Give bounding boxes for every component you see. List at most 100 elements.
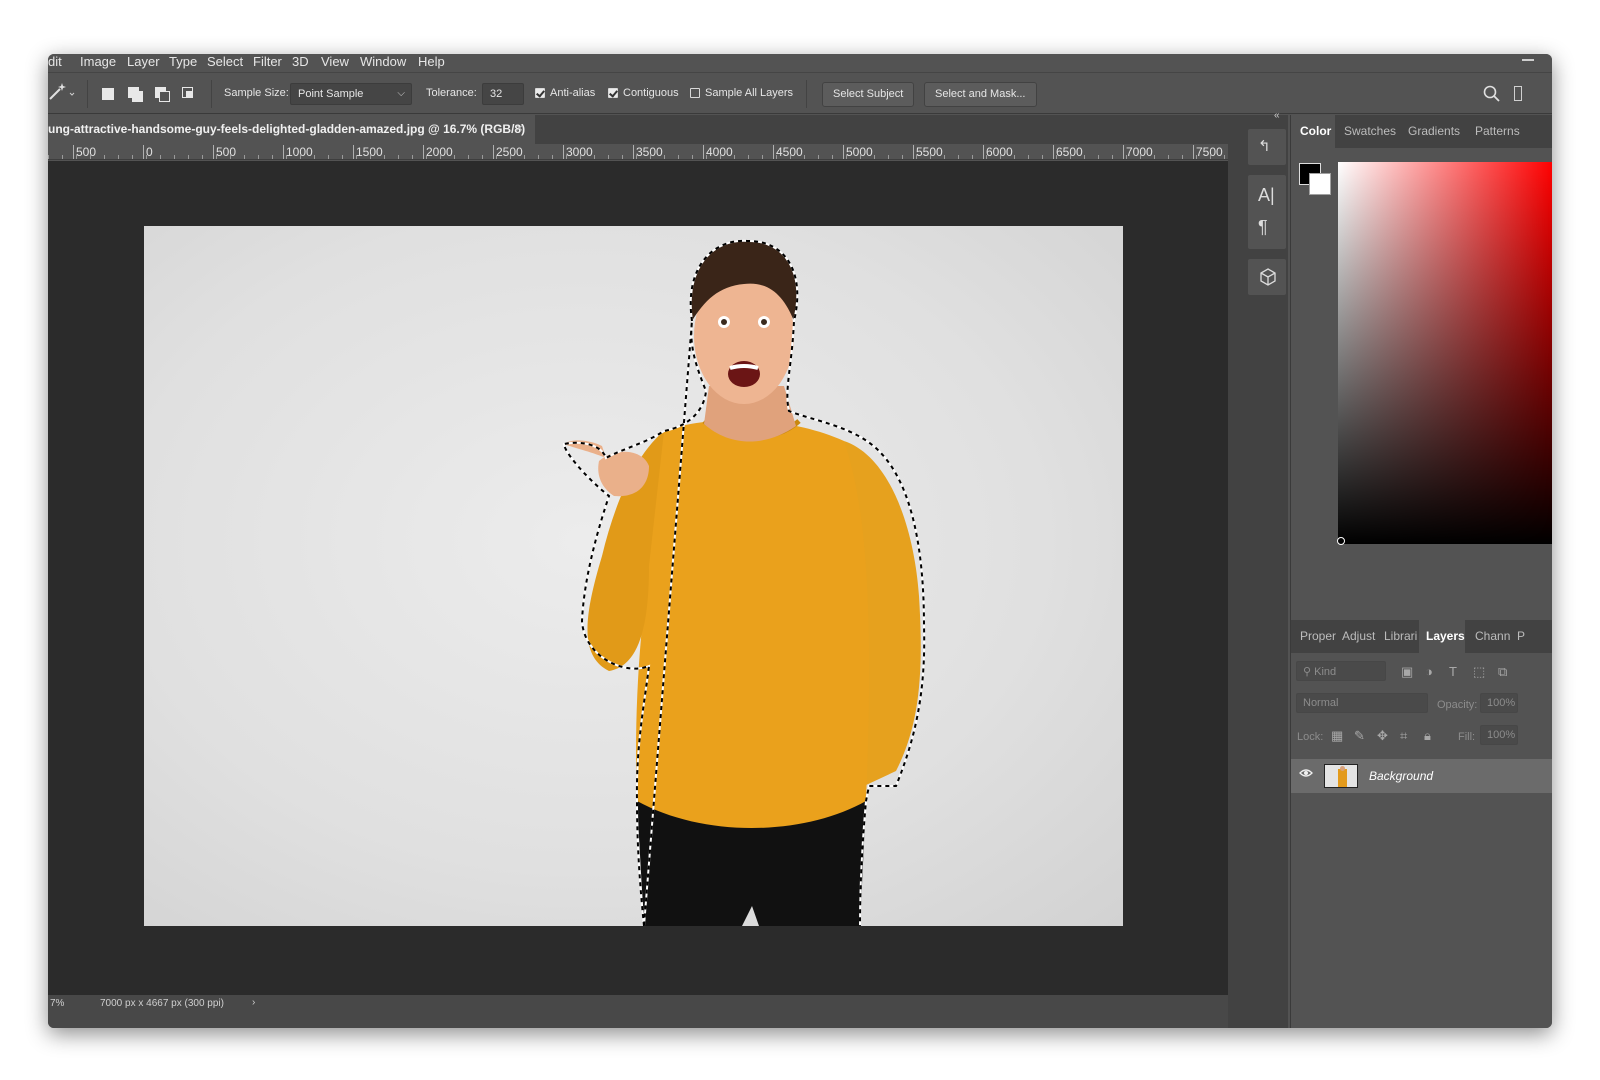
layer-name[interactable]: Background: [1369, 769, 1433, 783]
ruler-minor-tick: [188, 155, 189, 159]
lock-all-icon[interactable]: 🔒︎: [1424, 728, 1431, 744]
ruler-minor-tick: [930, 155, 931, 159]
new-selection-button[interactable]: [98, 84, 118, 104]
document-image[interactable]: [144, 226, 1123, 926]
tab-properties[interactable]: Proper: [1300, 629, 1336, 643]
status-menu-arrow-icon[interactable]: ›: [252, 997, 255, 1008]
filter-adjustment-icon[interactable]: ◑: [1425, 664, 1433, 679]
collapse-panels-icon[interactable]: «: [1274, 110, 1280, 121]
ruler-minor-tick: [958, 155, 959, 159]
search-icon[interactable]: [1483, 85, 1501, 103]
tab-libraries[interactable]: Librari: [1384, 629, 1417, 643]
ruler-minor-tick: [1014, 155, 1015, 159]
ruler-minor-tick: [48, 155, 49, 159]
chevron-down-icon: ⌵: [397, 88, 405, 99]
visibility-eye-icon[interactable]: [1299, 768, 1313, 778]
lock-position-icon[interactable]: ✥: [1377, 728, 1388, 744]
opacity-value: 100%: [1487, 697, 1516, 709]
menu-type[interactable]: Type: [169, 54, 197, 70]
ruler-minor-tick: [972, 155, 973, 159]
select-subject-button[interactable]: Select Subject: [822, 82, 915, 107]
tab-paths[interactable]: P: [1517, 629, 1525, 643]
fill-input[interactable]: 100%: [1480, 725, 1518, 745]
panel-splitter[interactable]: [1228, 115, 1246, 1028]
ruler-minor-tick: [90, 155, 91, 159]
tab-patterns[interactable]: Patterns: [1475, 124, 1520, 138]
tab-gradients[interactable]: Gradients: [1408, 124, 1460, 138]
sample-all-layers-checkbox[interactable]: Sample All Layers: [690, 87, 793, 99]
anti-alias-checkbox[interactable]: Anti-alias: [535, 87, 595, 99]
background-color-swatch[interactable]: [1309, 173, 1331, 195]
opacity-input[interactable]: 100%: [1480, 693, 1518, 713]
blend-mode-dropdown[interactable]: Normal: [1296, 693, 1428, 713]
filter-shape-icon[interactable]: ⬚: [1473, 664, 1485, 680]
lock-paint-icon[interactable]: ✎: [1354, 728, 1365, 744]
minimize-button[interactable]: [1522, 59, 1534, 61]
ruler-minor-tick: [776, 155, 777, 159]
tab-channels[interactable]: Chann: [1475, 629, 1510, 643]
close-tab-icon[interactable]: ×: [516, 121, 523, 135]
color-picker-cursor[interactable]: [1337, 537, 1345, 545]
ruler-minor-tick: [412, 155, 413, 159]
menu-view[interactable]: View: [321, 54, 349, 70]
filter-pixel-icon[interactable]: ▣: [1401, 664, 1413, 680]
document-title: ung-attractive-handsome-guy-feels-deligh…: [48, 122, 526, 136]
document-tab[interactable]: ung-attractive-handsome-guy-feels-deligh…: [48, 115, 535, 144]
menu-window[interactable]: Window: [360, 54, 406, 70]
add-to-selection-button[interactable]: [125, 84, 145, 104]
ruler-minor-tick: [1042, 155, 1043, 159]
layers-panel-tabs: Proper Adjust Librari Layers Chann P: [1291, 620, 1552, 653]
ruler-minor-tick: [1210, 155, 1211, 159]
menu-select[interactable]: Select: [207, 54, 243, 70]
intersect-selection-button[interactable]: [179, 84, 199, 104]
ruler-minor-tick: [132, 155, 133, 159]
collapsed-panel-strip: ↰ A| ¶: [1246, 115, 1288, 1028]
lock-artboard-icon[interactable]: ⌗: [1400, 728, 1407, 744]
ruler-minor-tick: [846, 155, 847, 159]
character-icon[interactable]: A|: [1258, 185, 1275, 206]
tab-adjustments[interactable]: Adjust: [1342, 629, 1375, 643]
menu-help[interactable]: Help: [418, 54, 445, 70]
tolerance-input[interactable]: 32: [482, 83, 524, 105]
sample-all-layers-label: Sample All Layers: [705, 87, 794, 99]
ruler-minor-tick: [426, 155, 427, 159]
layer-row[interactable]: Background: [1291, 759, 1552, 793]
ruler-minor-tick: [440, 155, 441, 159]
fill-label: Fill:: [1458, 731, 1476, 743]
right-panel-dock: Color Swatches Gradients Patterns Proper…: [1290, 115, 1552, 1028]
tab-swatches[interactable]: Swatches: [1344, 124, 1396, 138]
menu-filter[interactable]: Filter: [253, 54, 282, 70]
opacity-label: Opacity:: [1437, 699, 1478, 711]
lock-transparent-icon[interactable]: ▦: [1331, 728, 1343, 744]
ruler-minor-tick: [1098, 155, 1099, 159]
contiguous-checkbox[interactable]: Contiguous: [608, 87, 679, 99]
ruler-minor-tick: [258, 155, 259, 159]
zoom-level[interactable]: 7%: [50, 998, 64, 1009]
menu-layer[interactable]: Layer: [127, 54, 160, 70]
select-and-mask-button[interactable]: Select and Mask...: [924, 82, 1037, 107]
paragraph-icon[interactable]: ¶: [1258, 217, 1268, 238]
subtract-from-selection-button[interactable]: [152, 84, 172, 104]
filter-kind-dropdown[interactable]: ⚲ Kind: [1296, 661, 1386, 681]
tab-color[interactable]: Color: [1291, 115, 1335, 148]
filter-type-icon[interactable]: T: [1449, 664, 1457, 679]
checkbox-unchecked-icon: [690, 88, 700, 98]
ruler-minor-tick: [916, 155, 917, 159]
menu-edit[interactable]: dit: [48, 54, 62, 70]
sample-size-dropdown[interactable]: Point Sample ⌵: [290, 83, 412, 105]
menu-3d[interactable]: 3D: [292, 54, 309, 70]
3d-cube-icon[interactable]: [1259, 268, 1277, 286]
ruler-minor-tick: [818, 155, 819, 159]
tab-layers[interactable]: Layers: [1419, 620, 1465, 653]
workspace-icon[interactable]: [1514, 86, 1522, 101]
magic-wand-icon[interactable]: [48, 81, 76, 103]
menu-image[interactable]: Image: [80, 54, 116, 70]
photoshop-window: dit Image Layer Type Select Filter 3D Vi…: [48, 54, 1552, 1028]
filter-smart-object-icon[interactable]: ⧉: [1498, 664, 1507, 680]
search-icon: ⚲: [1303, 666, 1312, 678]
color-picker-field[interactable]: [1338, 162, 1552, 544]
separator: [87, 80, 88, 108]
history-icon[interactable]: ↰: [1258, 137, 1271, 155]
ruler-minor-tick: [538, 155, 539, 159]
canvas-area[interactable]: [48, 161, 1228, 995]
